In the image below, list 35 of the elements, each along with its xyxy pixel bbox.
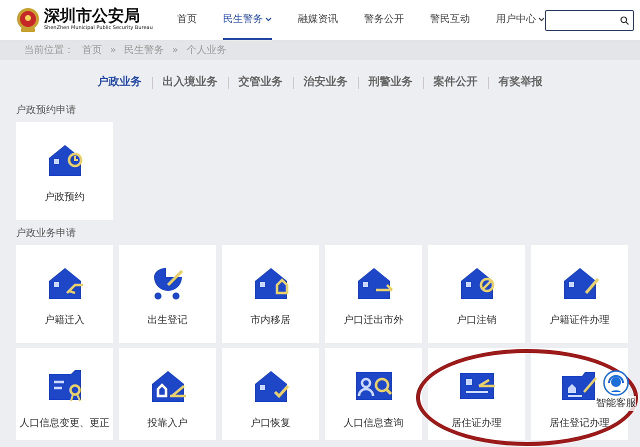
category-tab[interactable]: 刑警业务: [358, 74, 422, 91]
category-tab[interactable]: 案件公开: [424, 74, 488, 91]
section-title: 户政预约申请: [15, 105, 77, 117]
service-tile[interactable]: 居住证办理: [428, 348, 525, 440]
service-tile[interactable]: 市内移居: [222, 245, 319, 343]
breadcrumb-separator: »: [172, 44, 178, 58]
service-tile[interactable]: 户口恢复: [222, 348, 319, 440]
breadcrumb-label: 当前位置：: [24, 44, 74, 58]
service-tile[interactable]: 户政预约: [16, 122, 113, 220]
headset-icon[interactable]: [603, 370, 629, 396]
nav-link[interactable]: 用户中心: [496, 0, 545, 40]
nav-link[interactable]: 警民互动: [430, 0, 470, 40]
service-tile[interactable]: 户口注销: [428, 245, 525, 343]
police-emblem-icon: [16, 7, 40, 33]
nav-link[interactable]: 首页: [176, 0, 197, 40]
category-tab[interactable]: 交管业务: [228, 74, 292, 91]
service-tile[interactable]: 人口信息变更、更正: [16, 348, 113, 440]
service-tile[interactable]: 投靠入户: [119, 348, 216, 440]
category-tab[interactable]: 有奖举报: [488, 74, 552, 91]
search-field[interactable]: [544, 10, 634, 30]
service-tile[interactable]: 户口迁出市外: [325, 245, 422, 343]
category-tab[interactable]: 治安业务: [294, 74, 358, 91]
search-icon: [620, 16, 629, 24]
site-title: 深圳市公安局: [44, 7, 140, 26]
service-tile[interactable]: 出生登记: [119, 245, 216, 343]
category-tab[interactable]: 出入境业务: [152, 74, 228, 91]
service-tile[interactable]: 户籍迁入: [16, 245, 113, 343]
chat-label: 智能客服: [596, 396, 636, 411]
service-tile[interactable]: 人口信息查询: [325, 348, 422, 440]
nav-link[interactable]: 融媒资讯: [298, 0, 338, 40]
service-tile[interactable]: 户籍证件办理: [531, 245, 628, 343]
section-title: 户政业务申请: [15, 228, 77, 240]
category-tab[interactable]: 户政业务: [88, 74, 152, 91]
nav-link[interactable]: 警务公开: [364, 0, 404, 40]
breadcrumb-separator: »: [110, 44, 116, 58]
